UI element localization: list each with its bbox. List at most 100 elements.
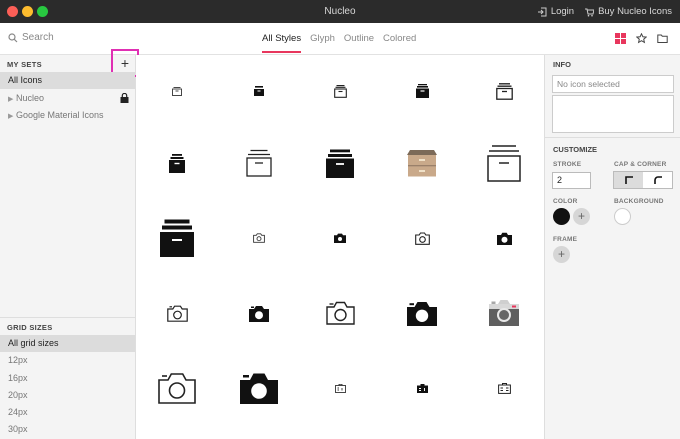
icon-cell[interactable] bbox=[218, 130, 300, 196]
camera-icon bbox=[166, 305, 188, 322]
sidebar-item-label: All Icons bbox=[8, 75, 43, 85]
grid-size-label: 20px bbox=[8, 390, 28, 400]
archive-icon bbox=[254, 86, 264, 96]
icon-cell[interactable] bbox=[463, 355, 545, 421]
grid-size-label: All grid sizes bbox=[8, 338, 59, 348]
toolbar: All Styles Glyph Outline Colored bbox=[0, 23, 680, 55]
icon-cell[interactable] bbox=[299, 58, 381, 124]
camera-icon bbox=[253, 233, 265, 243]
tab-glyph[interactable]: Glyph bbox=[310, 33, 335, 53]
buy-button[interactable]: Buy Nucleo Icons bbox=[584, 6, 672, 17]
icon-cell[interactable] bbox=[381, 58, 463, 124]
icon-cell[interactable] bbox=[381, 355, 463, 421]
camera-icon bbox=[325, 301, 355, 325]
sidebar: MY SETS + All Icons ▶ Nucleo ▶ Google Mate… bbox=[0, 49, 139, 439]
icon-cell[interactable] bbox=[463, 58, 545, 124]
grid-size-label: 12px bbox=[8, 355, 28, 365]
camera-colored-icon bbox=[489, 300, 519, 326]
round-corner-button[interactable] bbox=[643, 172, 672, 188]
camera-icon bbox=[334, 233, 346, 243]
icon-cell[interactable] bbox=[463, 205, 545, 271]
grid-size-label: 30px bbox=[8, 424, 28, 434]
star-icon[interactable] bbox=[636, 33, 647, 44]
title-bar: Nucleo Login Buy Nucleo Icons bbox=[0, 0, 680, 23]
icon-cell[interactable] bbox=[136, 355, 218, 421]
caret-right-icon[interactable]: ▶ bbox=[8, 91, 16, 108]
lock-icon bbox=[120, 93, 129, 103]
icon-cell[interactable] bbox=[299, 130, 381, 196]
sidebar-item-google-material[interactable]: ▶ Google Material Icons bbox=[0, 107, 135, 124]
grid-view-icon[interactable] bbox=[615, 33, 626, 44]
sidebar-item-label: Google Material Icons bbox=[16, 110, 104, 120]
sidebar-item-label: Nucleo bbox=[16, 93, 45, 103]
camera-icon bbox=[414, 231, 430, 245]
archive-icon bbox=[172, 86, 182, 96]
background-label: BACKGROUND bbox=[614, 198, 664, 205]
square-corner-icon bbox=[624, 176, 633, 184]
camera-icon bbox=[407, 301, 437, 326]
icon-cell[interactable] bbox=[381, 205, 463, 271]
badge-icon bbox=[497, 382, 511, 394]
grid-size-20[interactable]: 20px bbox=[0, 387, 135, 404]
icon-cell[interactable] bbox=[218, 355, 300, 421]
square-corner-button[interactable] bbox=[614, 172, 643, 188]
drawer-cabinet-icon bbox=[407, 149, 437, 176]
divider bbox=[545, 137, 680, 138]
folder-icon[interactable] bbox=[657, 33, 668, 44]
my-sets-heading: MY SETS bbox=[7, 60, 42, 69]
icon-description-field[interactable] bbox=[552, 95, 674, 133]
login-button[interactable]: Login bbox=[537, 6, 574, 17]
icon-cell[interactable] bbox=[463, 280, 545, 346]
icon-cell[interactable] bbox=[299, 280, 381, 346]
icon-cell[interactable] bbox=[218, 58, 300, 124]
icon-cell[interactable] bbox=[299, 355, 381, 421]
archive-icon bbox=[169, 153, 185, 173]
add-color-button[interactable]: + bbox=[573, 208, 590, 225]
grid-size-12[interactable]: 12px bbox=[0, 352, 135, 369]
grid-size-16[interactable]: 16px bbox=[0, 370, 135, 387]
caret-right-icon[interactable]: ▶ bbox=[8, 108, 16, 125]
search-icon bbox=[8, 32, 18, 42]
icon-cell[interactable] bbox=[136, 205, 218, 271]
buy-label: Buy Nucleo Icons bbox=[598, 6, 672, 17]
archive-icon bbox=[333, 84, 347, 98]
color-swatch[interactable] bbox=[553, 208, 570, 225]
icon-cell[interactable] bbox=[381, 130, 463, 196]
icon-cell[interactable] bbox=[218, 205, 300, 271]
search-input[interactable] bbox=[22, 32, 112, 43]
background-swatch[interactable] bbox=[614, 208, 631, 225]
camera-icon bbox=[249, 305, 269, 322]
login-icon bbox=[537, 7, 547, 16]
badge-icon bbox=[334, 383, 346, 393]
grid-size-label: 16px bbox=[8, 373, 28, 383]
tab-outline[interactable]: Outline bbox=[344, 33, 374, 53]
sidebar-item-nucleo[interactable]: ▶ Nucleo bbox=[0, 90, 135, 107]
icon-cell[interactable] bbox=[463, 130, 545, 196]
login-label: Login bbox=[550, 6, 575, 17]
icon-cell[interactable] bbox=[381, 280, 463, 346]
tab-colored[interactable]: Colored bbox=[383, 33, 416, 53]
sidebar-item-all-icons[interactable]: All Icons bbox=[0, 72, 135, 89]
frame-label: FRAME bbox=[553, 236, 578, 243]
cart-icon bbox=[585, 8, 595, 16]
archive-icon bbox=[415, 84, 429, 98]
camera-icon bbox=[496, 232, 512, 245]
grid-size-all[interactable]: All grid sizes bbox=[0, 335, 135, 352]
selected-icon-name-field[interactable]: No icon selected bbox=[552, 75, 674, 93]
add-frame-button[interactable]: + bbox=[553, 246, 570, 263]
icon-grid bbox=[136, 55, 544, 439]
plus-icon: + bbox=[120, 55, 130, 71]
icon-cell[interactable] bbox=[136, 58, 218, 124]
grid-sizes-heading: GRID SIZES bbox=[7, 323, 53, 332]
color-label: COLOR bbox=[553, 198, 578, 205]
search-box[interactable] bbox=[8, 32, 112, 43]
tab-all-styles[interactable]: All Styles bbox=[262, 33, 302, 53]
style-tabs: All Styles Glyph Outline Colored bbox=[262, 33, 416, 53]
icon-cell[interactable] bbox=[218, 280, 300, 346]
icon-cell[interactable] bbox=[136, 130, 218, 196]
icon-cell[interactable] bbox=[299, 205, 381, 271]
icon-cell[interactable] bbox=[136, 280, 218, 346]
stroke-input[interactable]: 2 bbox=[552, 172, 591, 189]
grid-size-30[interactable]: 30px bbox=[0, 421, 135, 438]
grid-size-24[interactable]: 24px bbox=[0, 404, 135, 421]
